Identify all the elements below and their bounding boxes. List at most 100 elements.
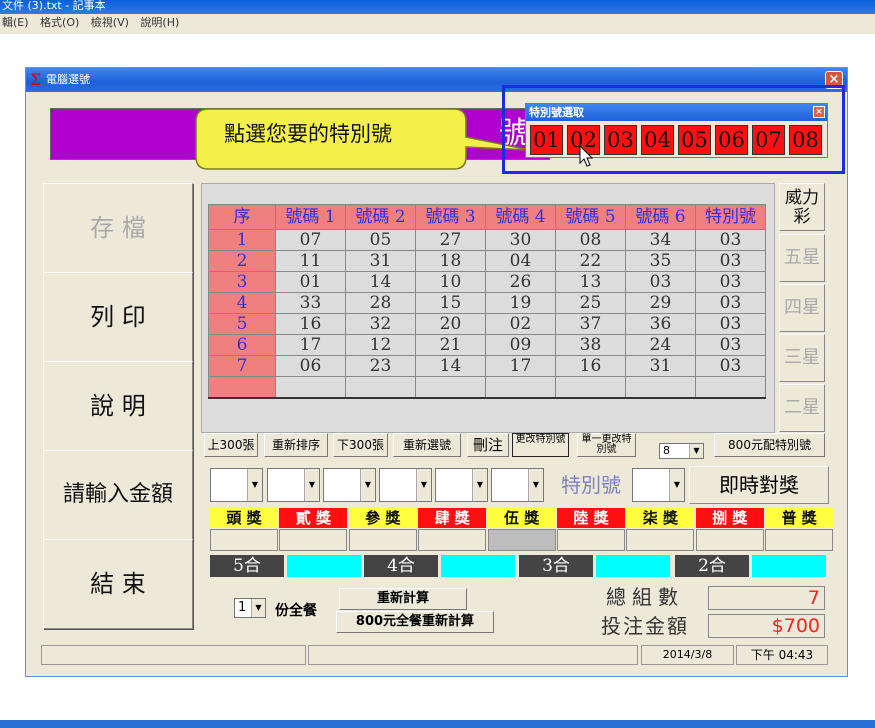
special-800-button[interactable]: 800元配特別號 bbox=[714, 433, 825, 457]
number-combo-5[interactable]: ▼ bbox=[435, 468, 488, 502]
number-cell: 11 bbox=[275, 250, 346, 272]
empty-cell bbox=[625, 376, 696, 399]
prev-300-button[interactable]: 上300張 bbox=[204, 433, 258, 457]
number-combo-6[interactable]: ▼ bbox=[491, 468, 544, 502]
number-combo-2[interactable]: ▼ bbox=[267, 468, 320, 502]
print-button-label: 列 印 bbox=[90, 303, 146, 331]
change-special-button[interactable]: 更改特別號 bbox=[512, 433, 569, 457]
next-300-button[interactable]: 下300張 bbox=[333, 433, 388, 457]
col-header-num2: 號碼 2 bbox=[345, 204, 416, 230]
empty-cell bbox=[208, 376, 276, 399]
number-cell: 12 bbox=[345, 334, 416, 356]
hint-callout: 點選您要的特別號 bbox=[195, 108, 531, 170]
match-5-label: 5合 bbox=[210, 555, 284, 577]
special-number-option[interactable]: 05 bbox=[678, 125, 711, 155]
type-two-label: 二星 bbox=[784, 397, 820, 418]
notepad-menu-format[interactable]: 格式(O) bbox=[40, 16, 79, 29]
special-number-option[interactable]: 06 bbox=[715, 125, 748, 155]
prize-label: 參 獎 bbox=[348, 508, 417, 528]
enter-amount-label: 請輸入金額 bbox=[62, 482, 173, 507]
delete-button[interactable]: 刪注 bbox=[467, 433, 509, 457]
type-two-star[interactable]: 二星 bbox=[779, 384, 825, 432]
save-button[interactable]: 存 檔 bbox=[43, 183, 193, 273]
number-combo-3[interactable]: ▼ bbox=[323, 468, 376, 502]
table-row[interactable]: 4 33 28 15 19 25 29 03 bbox=[208, 292, 766, 314]
picker-title: 特別號選取 bbox=[529, 106, 584, 119]
prize-label: 肆 獎 bbox=[418, 508, 487, 528]
prize-count-box bbox=[557, 529, 625, 551]
number-cell: 21 bbox=[415, 334, 486, 356]
picker-close-button[interactable]: × bbox=[813, 106, 825, 118]
type-power-lottery[interactable]: 威力彩 bbox=[779, 183, 825, 231]
number-combo-4[interactable]: ▼ bbox=[379, 468, 432, 502]
table-row[interactable]: 2 11 31 18 04 22 35 03 bbox=[208, 250, 766, 272]
notepad-title: 文件 (3).txt - 記事本 bbox=[2, 0, 106, 12]
type-three-label: 三星 bbox=[784, 347, 820, 368]
number-cell: 20 bbox=[415, 313, 486, 335]
table-row[interactable]: 3 01 14 10 26 13 03 03 bbox=[208, 271, 766, 293]
chevron-down-icon[interactable]: ▼ bbox=[689, 444, 703, 458]
recalculate-800-button[interactable]: 800元全餐重新計算 bbox=[336, 611, 494, 633]
resort-button[interactable]: 重新排序 bbox=[264, 433, 328, 457]
number-cell: 34 bbox=[625, 229, 696, 251]
exit-button[interactable]: 結 束 bbox=[43, 539, 193, 629]
chevron-down-icon[interactable]: ▼ bbox=[304, 469, 319, 501]
chevron-down-icon[interactable]: ▼ bbox=[360, 469, 375, 501]
number-cell: 03 bbox=[695, 334, 766, 356]
special-number-option[interactable]: 08 bbox=[789, 125, 822, 155]
help-button[interactable]: 說 明 bbox=[43, 361, 193, 451]
number-combo-1[interactable]: ▼ bbox=[210, 468, 263, 502]
type-five-star[interactable]: 五星 bbox=[779, 234, 825, 282]
special-number-combo[interactable]: ▼ bbox=[632, 468, 685, 502]
special-number-option[interactable]: 04 bbox=[641, 125, 674, 155]
special-number-option[interactable]: 03 bbox=[604, 125, 637, 155]
number-cell: 03 bbox=[695, 313, 766, 335]
print-button[interactable]: 列 印 bbox=[43, 272, 193, 362]
enter-amount-button[interactable]: 請輸入金額 bbox=[43, 450, 193, 540]
total-sets-label: 總組數 bbox=[606, 585, 684, 609]
chevron-down-icon[interactable]: ▼ bbox=[528, 469, 543, 501]
type-three-star[interactable]: 三星 bbox=[779, 334, 825, 382]
chevron-down-icon[interactable]: ▼ bbox=[669, 469, 684, 501]
special-number-option[interactable]: 01 bbox=[530, 125, 563, 155]
picker-title-bar[interactable]: 特別號選取 × bbox=[526, 104, 827, 121]
special-number-option[interactable]: 07 bbox=[752, 125, 785, 155]
table-row[interactable]: 6 17 12 21 09 38 24 03 bbox=[208, 334, 766, 356]
bet-amount-label: 投注金額 bbox=[601, 614, 689, 638]
chevron-down-icon[interactable]: ▼ bbox=[251, 599, 265, 617]
notepad-menu-bar: 輯(E) 格式(O) 檢視(V) 說明(H) bbox=[0, 14, 875, 34]
number-cell: 26 bbox=[485, 271, 556, 293]
recalculate-button[interactable]: 重新計算 bbox=[339, 588, 467, 610]
notepad-menu-view[interactable]: 檢視(V) bbox=[91, 16, 129, 29]
table-row[interactable]: 1 07 05 27 30 08 34 03 bbox=[208, 229, 766, 251]
count-select[interactable]: 8 ▼ bbox=[659, 443, 704, 459]
table-row[interactable]: 5 16 32 20 02 37 36 03 bbox=[208, 313, 766, 335]
chevron-down-icon[interactable]: ▼ bbox=[472, 469, 487, 501]
match-3-label: 3合 bbox=[519, 555, 593, 577]
chevron-down-icon[interactable]: ▼ bbox=[416, 469, 431, 501]
number-cell: 14 bbox=[415, 355, 486, 377]
single-change-special-button[interactable]: 單一更改特別號 bbox=[577, 433, 636, 457]
chevron-down-icon[interactable]: ▼ bbox=[247, 469, 262, 501]
notepad-menu-edit[interactable]: 輯(E) bbox=[2, 16, 29, 29]
col-header-num5: 號碼 5 bbox=[555, 204, 626, 230]
table-row[interactable]: 7 06 23 14 17 16 31 03 bbox=[208, 355, 766, 377]
notepad-menu-help[interactable]: 說明(H) bbox=[140, 16, 179, 29]
number-cell: 30 bbox=[485, 229, 556, 251]
number-cell: 23 bbox=[345, 355, 416, 377]
type-four-star[interactable]: 四星 bbox=[779, 284, 825, 332]
prize-count-box bbox=[210, 529, 278, 551]
reselect-button[interactable]: 重新選號 bbox=[393, 433, 461, 457]
status-pane-1 bbox=[41, 645, 306, 665]
package-count-select[interactable]: 1 ▼ bbox=[234, 598, 266, 618]
empty-cell bbox=[555, 376, 626, 399]
bet-amount-value: $700 bbox=[708, 614, 825, 638]
total-sets-value: 7 bbox=[708, 586, 825, 610]
instant-check-button[interactable]: 即時對獎 bbox=[689, 466, 829, 504]
number-cell: 17 bbox=[275, 334, 346, 356]
number-cell: 09 bbox=[485, 334, 556, 356]
match-4-label: 4合 bbox=[364, 555, 438, 577]
match-4-count bbox=[441, 555, 515, 577]
number-cell: 24 bbox=[625, 334, 696, 356]
status-date: 2014/3/8 bbox=[641, 645, 734, 665]
